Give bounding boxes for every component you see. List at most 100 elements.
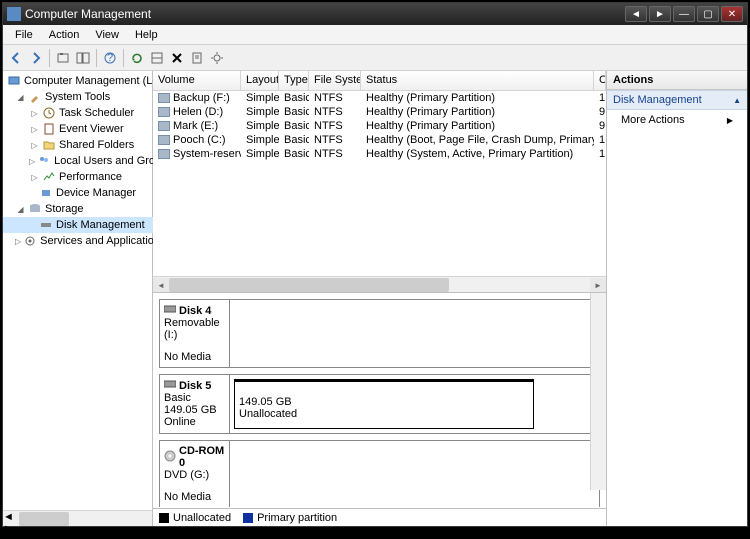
col-layout[interactable]: Layout (241, 71, 279, 90)
maximize-button[interactable]: ▢ (697, 6, 719, 22)
disk-graphical-pane[interactable]: Disk 4 Removable (I:) No Media Disk 5 Ba… (153, 293, 606, 508)
expand-icon[interactable]: ▷ (29, 156, 35, 167)
tree-disk-management[interactable]: Disk Management (3, 217, 153, 233)
scroll-right-icon[interactable]: ► (590, 278, 606, 292)
col-capacity[interactable]: C (594, 71, 606, 90)
delete-icon[interactable] (168, 49, 186, 67)
refresh-icon[interactable] (128, 49, 146, 67)
volume-row[interactable]: Pooch (C:)SimpleBasicNTFSHealthy (Boot, … (153, 133, 606, 147)
menu-help[interactable]: Help (127, 27, 166, 43)
forward-icon[interactable] (27, 49, 45, 67)
expand-icon[interactable]: ▷ (29, 172, 40, 183)
disk-5-block[interactable]: Disk 5 Basic 149.05 GB Online 149.05 GB … (159, 374, 600, 434)
back-icon[interactable] (7, 49, 25, 67)
disk-vscrollbar[interactable] (590, 293, 606, 490)
menu-file[interactable]: File (7, 27, 41, 43)
help-icon[interactable]: ? (101, 49, 119, 67)
volume-rows[interactable]: Backup (F:)SimpleBasicNTFSHealthy (Prima… (153, 91, 606, 276)
scroll-thumb[interactable] (19, 512, 69, 526)
cell-capacity: 1 (594, 92, 606, 104)
tree-root[interactable]: Computer Management (Local (3, 73, 153, 89)
navigation-tree[interactable]: Computer Management (Local ◢System Tools… (3, 71, 153, 510)
action-more[interactable]: More Actions ▶ (607, 110, 747, 130)
legend-unallocated-label: Unallocated (173, 512, 231, 524)
tree-storage[interactable]: ◢Storage (3, 201, 153, 217)
disk-type: Removable (I:) (164, 317, 225, 341)
chevron-right-icon: ▶ (727, 116, 733, 125)
tree-system-tools[interactable]: ◢System Tools (3, 89, 153, 105)
rescan-icon[interactable] (148, 49, 166, 67)
col-type[interactable]: Type (279, 71, 309, 90)
cell-status: Healthy (Boot, Page File, Crash Dump, Pr… (361, 134, 594, 146)
properties-icon[interactable] (188, 49, 206, 67)
cell-filesystem: NTFS (309, 106, 361, 118)
window-controls: ◄ ► — ▢ ✕ (625, 6, 743, 22)
event-icon (42, 122, 56, 136)
clock-icon (42, 106, 56, 120)
volume-icon (158, 107, 170, 117)
cell-type: Basic (279, 148, 309, 160)
cell-capacity: 9 (594, 106, 606, 118)
menu-view[interactable]: View (87, 27, 127, 43)
cell-layout: Simple (241, 106, 279, 118)
legend-unallocated-swatch (159, 513, 169, 523)
disk-status: Online (164, 416, 225, 428)
cell-layout: Simple (241, 148, 279, 160)
nav-scrollbar[interactable]: ◄► (3, 510, 152, 526)
cell-volume: Pooch (C:) (153, 134, 241, 146)
cell-type: Basic (279, 106, 309, 118)
cell-status: Healthy (System, Active, Primary Partiti… (361, 148, 594, 160)
prev-button[interactable]: ◄ (625, 6, 647, 22)
col-status[interactable]: Status (361, 71, 594, 90)
tree-label: Performance (59, 171, 122, 183)
performance-icon (42, 170, 56, 184)
show-hide-tree-icon[interactable] (74, 49, 92, 67)
disk-4-body (230, 300, 599, 367)
cell-capacity: 1 (594, 148, 606, 160)
minimize-button[interactable]: — (673, 6, 695, 22)
disk-4-block[interactable]: Disk 4 Removable (I:) No Media (159, 299, 600, 368)
cell-type: Basic (279, 92, 309, 104)
settings-icon[interactable] (208, 49, 226, 67)
volume-row[interactable]: Mark (E:)SimpleBasicNTFSHealthy (Primary… (153, 119, 606, 133)
actions-group[interactable]: Disk Management ▲ (607, 90, 747, 110)
volume-scrollbar[interactable]: ◄ ► (153, 276, 606, 292)
scroll-left-icon[interactable]: ◄ (153, 278, 169, 292)
volume-row[interactable]: Backup (F:)SimpleBasicNTFSHealthy (Prima… (153, 91, 606, 105)
collapse-icon[interactable]: ◢ (15, 204, 26, 215)
cell-filesystem: NTFS (309, 92, 361, 104)
partition-unallocated[interactable]: 149.05 GB Unallocated (234, 379, 534, 429)
expand-icon[interactable]: ▷ (29, 140, 40, 151)
tree-shared-folders[interactable]: ▷Shared Folders (3, 137, 153, 153)
tree-label: Event Viewer (59, 123, 124, 135)
cell-status: Healthy (Primary Partition) (361, 92, 594, 104)
collapse-icon[interactable]: ◢ (15, 92, 26, 103)
users-icon (37, 154, 51, 168)
tree-task-scheduler[interactable]: ▷Task Scheduler (3, 105, 153, 121)
volume-row[interactable]: Helen (D:)SimpleBasicNTFSHealthy (Primar… (153, 105, 606, 119)
scroll-thumb[interactable] (169, 278, 449, 292)
close-button[interactable]: ✕ (721, 6, 743, 22)
disk-media: No Media (164, 351, 225, 363)
volume-row[interactable]: System-reserviertSimpleBasicNTFSHealthy … (153, 147, 606, 161)
expand-icon[interactable]: ▷ (29, 108, 40, 119)
expand-icon[interactable]: ▷ (15, 236, 21, 247)
tree-performance[interactable]: ▷ Performance (3, 169, 153, 185)
title-bar[interactable]: Computer Management ◄ ► — ▢ ✕ (3, 3, 747, 25)
col-volume[interactable]: Volume (153, 71, 241, 90)
expand-icon[interactable]: ▷ (29, 124, 40, 135)
cell-volume: Helen (D:) (153, 106, 241, 118)
volume-icon (158, 121, 170, 131)
cdrom-0-block[interactable]: CD-ROM 0 DVD (G:) No Media (159, 440, 600, 507)
tree-services[interactable]: ▷Services and Applications (3, 233, 153, 249)
menu-action[interactable]: Action (41, 27, 88, 43)
tree-event-viewer[interactable]: ▷ Event Viewer (3, 121, 153, 137)
tree-device-manager[interactable]: Device Manager (3, 185, 153, 201)
disk-icon (164, 304, 176, 317)
toolbar: ? (3, 45, 747, 71)
next-button[interactable]: ► (649, 6, 671, 22)
tree-local-users[interactable]: ▷Local Users and Groups (3, 153, 153, 169)
col-filesystem[interactable]: File System (309, 71, 361, 90)
window-title: Computer Management (25, 7, 625, 21)
up-icon[interactable] (54, 49, 72, 67)
